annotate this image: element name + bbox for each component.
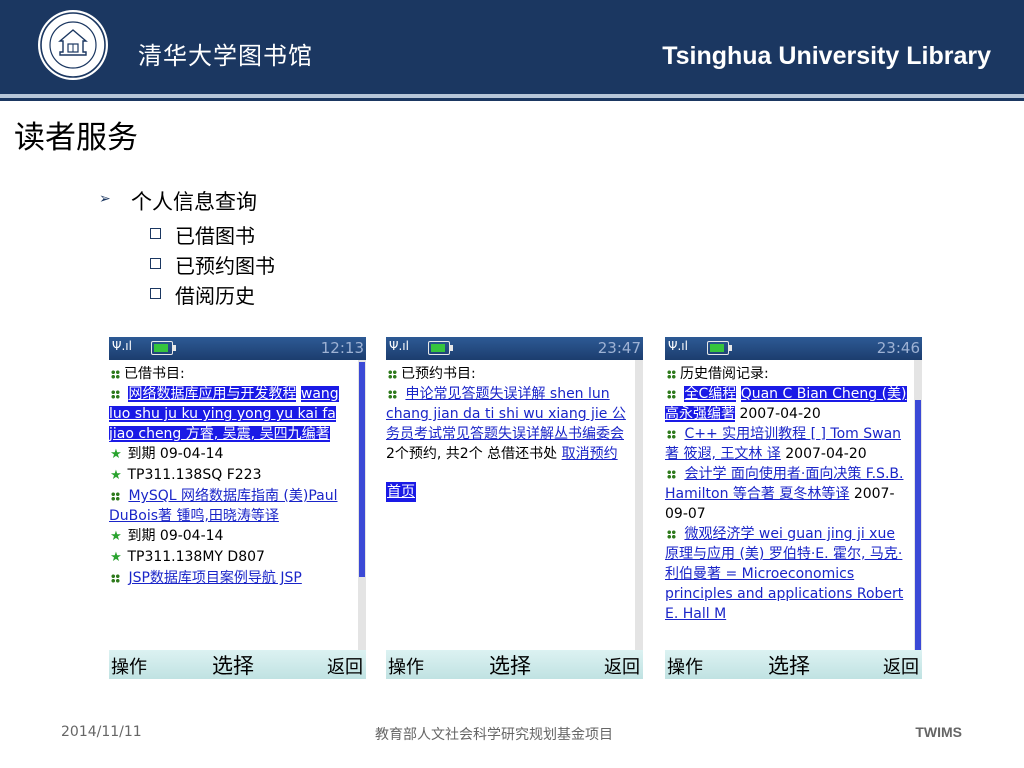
call-number: TP311.138MY D807 <box>127 549 265 565</box>
call-number: TP311.138SQ F223 <box>127 467 262 483</box>
bullet-icon <box>667 469 676 479</box>
list-heading: 历史借阅记录: <box>680 366 769 382</box>
screen-content[interactable]: 历史借阅记录: 全C编程 Quan C Bian Cheng (美) 高永强编著… <box>665 360 922 650</box>
bullet-icon <box>111 389 120 399</box>
softkey-menu[interactable]: 操作 <box>388 653 424 679</box>
bullet-icon <box>667 369 676 379</box>
clock: 23:47 <box>597 339 641 357</box>
square-bullet-icon <box>150 228 161 239</box>
battery-icon <box>707 341 732 355</box>
bullet-icon <box>388 369 397 379</box>
star-icon: ★ <box>110 529 122 544</box>
status-bar: Ψ.ıl 23:47 <box>386 337 643 360</box>
screen-content[interactable]: 已预约书目: 申论常见答题失误详解 shen lun chang jian da… <box>386 360 643 650</box>
softkey-back[interactable]: 返回 <box>327 653 363 679</box>
scrollbar[interactable] <box>358 360 366 650</box>
bullet-icon <box>111 491 120 501</box>
star-icon: ★ <box>110 550 122 565</box>
list-heading: 已借书目: <box>124 366 185 382</box>
phone-screen-reserved: Ψ.ıl 23:47 已预约书目: 申论常见答题失误详解 shen lun ch… <box>386 337 643 679</box>
slide-header: 清华大学图书馆 Tsinghua University Library <box>0 0 1024 94</box>
softkey-select[interactable]: 选择 <box>212 650 254 679</box>
book-link[interactable]: JSP数据库项目案例导航 JSP <box>128 570 301 586</box>
battery-icon <box>428 341 453 355</box>
home-link[interactable]: 首页 <box>386 482 416 502</box>
tsinghua-seal-icon <box>38 10 108 80</box>
due-date: 09-04-14 <box>159 446 224 462</box>
screen-content[interactable]: 已借书目: 网络数据库应用与开发教程 wang luo shu ju ku yi… <box>109 360 366 650</box>
bullet-icon <box>388 389 397 399</box>
softkey-bar: 操作 选择 返回 <box>386 650 643 679</box>
library-title-cn: 清华大学图书馆 <box>138 42 313 70</box>
bullet-icon <box>111 573 120 583</box>
footer-brand: TWIMS <box>915 724 962 740</box>
clock: 12:13 <box>320 339 364 357</box>
square-bullet-icon <box>150 288 161 299</box>
due-label: 到期 <box>127 446 156 462</box>
book-link[interactable]: 全C编程 <box>684 386 737 402</box>
bullet-icon <box>667 389 676 399</box>
softkey-select[interactable]: 选择 <box>768 650 810 679</box>
softkey-menu[interactable]: 操作 <box>111 653 147 679</box>
subitem-label: 借阅历史 <box>175 284 255 308</box>
list-heading: 已预约书目: <box>401 366 476 382</box>
status-bar: Ψ.ıl 23:46 <box>665 337 922 360</box>
status-bar: Ψ.ıl 12:13 <box>109 337 366 360</box>
scrollbar-thumb[interactable] <box>915 400 921 650</box>
softkey-menu[interactable]: 操作 <box>667 653 703 679</box>
subitem-label: 已预约图书 <box>175 254 275 278</box>
reservation-status: 2个预约, 共2个 总借还书处 <box>386 446 558 462</box>
scrollbar-thumb[interactable] <box>359 362 365 577</box>
borrow-date: 2007-04-20 <box>785 446 867 462</box>
arrow-bullet-icon: ➢ <box>99 191 111 207</box>
bullet-label: 个人信息查询 <box>131 190 257 214</box>
bullet-icon <box>667 429 676 439</box>
bullet-icon <box>111 369 120 379</box>
book-link[interactable]: 微观经济学 wei guan jing ji xue 原理与应用 (美) 罗伯特… <box>665 526 903 622</box>
borrow-date: 2007-04-20 <box>739 406 821 422</box>
battery-icon <box>151 341 176 355</box>
slide-title: 读者服务 <box>14 120 138 156</box>
softkey-select[interactable]: 选择 <box>489 650 531 679</box>
star-icon: ★ <box>110 468 122 483</box>
scrollbar[interactable] <box>635 360 643 650</box>
subitem-label: 已借图书 <box>175 224 255 248</box>
due-label: 到期 <box>127 528 156 544</box>
softkey-back[interactable]: 返回 <box>883 653 919 679</box>
phone-screen-borrowed: Ψ.ıl 12:13 已借书目: 网络数据库应用与开发教程 wang luo s… <box>109 337 366 679</box>
book-link[interactable]: 申论常见答题失误详解 shen lun chang jian da ti shi… <box>386 386 626 442</box>
book-link[interactable]: 网络数据库应用与开发教程 <box>128 386 297 402</box>
signal-icon: Ψ.ıl <box>112 339 132 353</box>
softkey-bar: 操作 选择 返回 <box>665 650 922 679</box>
due-date: 09-04-14 <box>159 528 224 544</box>
softkey-bar: 操作 选择 返回 <box>109 650 366 679</box>
softkey-back[interactable]: 返回 <box>604 653 640 679</box>
square-bullet-icon <box>150 258 161 269</box>
phone-screen-history: Ψ.ıl 23:46 历史借阅记录: 全C编程 Quan C Bian Chen… <box>665 337 922 679</box>
scrollbar[interactable] <box>914 360 922 650</box>
star-icon: ★ <box>110 447 122 462</box>
footer-project: 教育部人文社会科学研究规划基金项目 <box>375 727 613 743</box>
library-title-en: Tsinghua University Library <box>662 42 991 70</box>
footer-date: 2014/11/11 <box>61 724 142 740</box>
signal-icon: Ψ.ıl <box>668 339 688 353</box>
book-link[interactable]: MySQL 网络数据库指南 (美)Paul DuBois著 锺鸣,田晓涛等译 <box>109 488 338 524</box>
clock: 23:46 <box>876 339 920 357</box>
signal-icon: Ψ.ıl <box>389 339 409 353</box>
bullet-icon <box>667 529 676 539</box>
cancel-reservation-link[interactable]: 取消预约 <box>562 446 618 462</box>
header-divider-dark <box>0 98 1024 101</box>
